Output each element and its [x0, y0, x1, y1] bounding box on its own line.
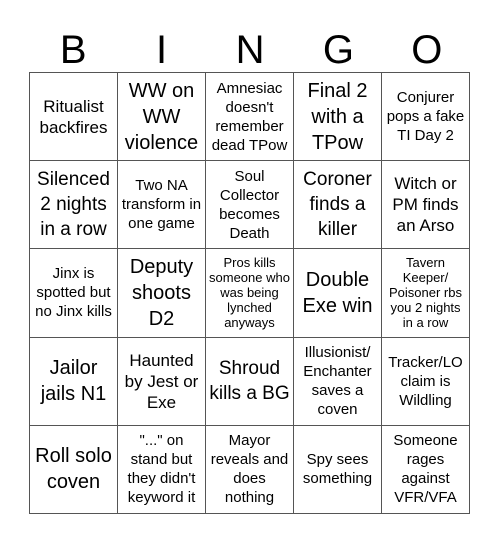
bingo-cell[interactable]: Mayor reveals and does nothing	[206, 425, 294, 514]
bingo-cell[interactable]: Conjurer pops a fake TI Day 2	[382, 73, 470, 162]
header-letter-o: O	[411, 28, 443, 72]
bingo-cell[interactable]: Ritualist backfires	[30, 73, 118, 162]
header-letter-i: I	[156, 28, 168, 72]
bingo-cell-text: Spy sees something	[302, 451, 373, 488]
bingo-cell-text: "..." on stand but they didn't keyword i…	[127, 432, 196, 507]
bingo-cell[interactable]: Silenced 2 nights in a row	[30, 161, 118, 250]
bingo-cell-text: Conjurer pops a fake TI Day 2	[386, 89, 465, 145]
bingo-grid: Ritualist backfires WW on WW violence Amne…	[29, 72, 470, 514]
bingo-cell-text: Amnesiac doesn't remember dead TPow	[211, 79, 288, 154]
bingo-cell-text: Ritualist backfires	[39, 96, 108, 137]
bingo-cell-text: WW on WW violence	[124, 79, 199, 154]
bingo-cell-text: Jailor jails N1	[40, 357, 107, 406]
bingo-cell-text: Silenced 2 nights in a row	[37, 169, 110, 241]
bingo-cell[interactable]: Deputy shoots D2	[118, 249, 206, 338]
bingo-cell[interactable]: Illusionist/ Enchanter saves a coven	[294, 337, 382, 426]
bingo-cell-text: Coroner finds a killer	[303, 169, 372, 241]
bingo-cell-text: Illusionist/ Enchanter saves a coven	[303, 344, 372, 419]
bingo-cell-text: Tracker/LO claim is Wildling	[388, 353, 463, 409]
bingo-cell[interactable]: Shroud kills a BG	[206, 337, 294, 426]
bingo-cell[interactable]: Amnesiac doesn't remember dead TPow	[206, 73, 294, 162]
header-letter-b: B	[59, 28, 87, 72]
bingo-cell[interactable]: Witch or PM finds an Arso	[382, 161, 470, 250]
bingo-cell-text: Jinx is spotted but no Jinx kills	[35, 265, 112, 321]
bingo-cell[interactable]: Pros kills someone who was being lynched…	[206, 249, 294, 338]
bingo-cell-text: Soul Collector becomes Death	[219, 167, 280, 242]
bingo-cell-text: Shroud kills a BG	[209, 358, 290, 405]
bingo-cell[interactable]: Someone rages against VFR/VFA	[382, 425, 470, 514]
bingo-cell[interactable]: Coroner finds a killer	[294, 161, 382, 250]
bingo-cell[interactable]: Double Exe win	[294, 249, 382, 338]
bingo-cell-text: Double Exe win	[302, 268, 373, 317]
header-letter-g: G	[322, 28, 354, 72]
bingo-cell[interactable]: WW on WW violence	[118, 73, 206, 162]
bingo-cell-text: Pros kills someone who was being lynched…	[209, 255, 290, 331]
bingo-cell-text: Witch or PM finds an Arso	[392, 174, 459, 236]
bingo-cell[interactable]: Tracker/LO claim is Wildling	[382, 337, 470, 426]
bingo-cell-text: Roll solo coven	[35, 445, 112, 494]
bingo-cell-text: Deputy shoots D2	[129, 255, 194, 330]
bingo-cell-text: Tavern Keeper/ Poisoner rbs you 2 nights…	[389, 255, 462, 331]
header-letter-n: N	[235, 28, 265, 72]
bingo-cell[interactable]: Roll solo coven	[30, 425, 118, 514]
bingo-cell[interactable]: Jailor jails N1	[30, 337, 118, 426]
bingo-cell[interactable]: "..." on stand but they didn't keyword i…	[118, 425, 206, 514]
bingo-cell[interactable]: Two NA transform in one game	[118, 161, 206, 250]
bingo-cell[interactable]: Spy sees something	[294, 425, 382, 514]
bingo-cell-text: Someone rages against VFR/VFA	[393, 432, 458, 507]
bingo-cell[interactable]: Final 2 with a TPow	[294, 73, 382, 162]
bingo-cell[interactable]: Haunted by Jest or Exe	[118, 337, 206, 426]
bingo-cell[interactable]: Tavern Keeper/ Poisoner rbs you 2 nights…	[382, 249, 470, 338]
bingo-cell-text: Haunted by Jest or Exe	[124, 350, 199, 412]
bingo-cell[interactable]: Jinx is spotted but no Jinx kills	[30, 249, 118, 338]
bingo-cell-text: Two NA transform in one game	[121, 177, 202, 233]
bingo-cell-text: Final 2 with a TPow	[307, 79, 368, 154]
bingo-cell-text: Mayor reveals and does nothing	[210, 432, 289, 507]
bingo-cell[interactable]: Soul Collector becomes Death	[206, 161, 294, 250]
bingo-header: B I N G O	[29, 28, 471, 72]
